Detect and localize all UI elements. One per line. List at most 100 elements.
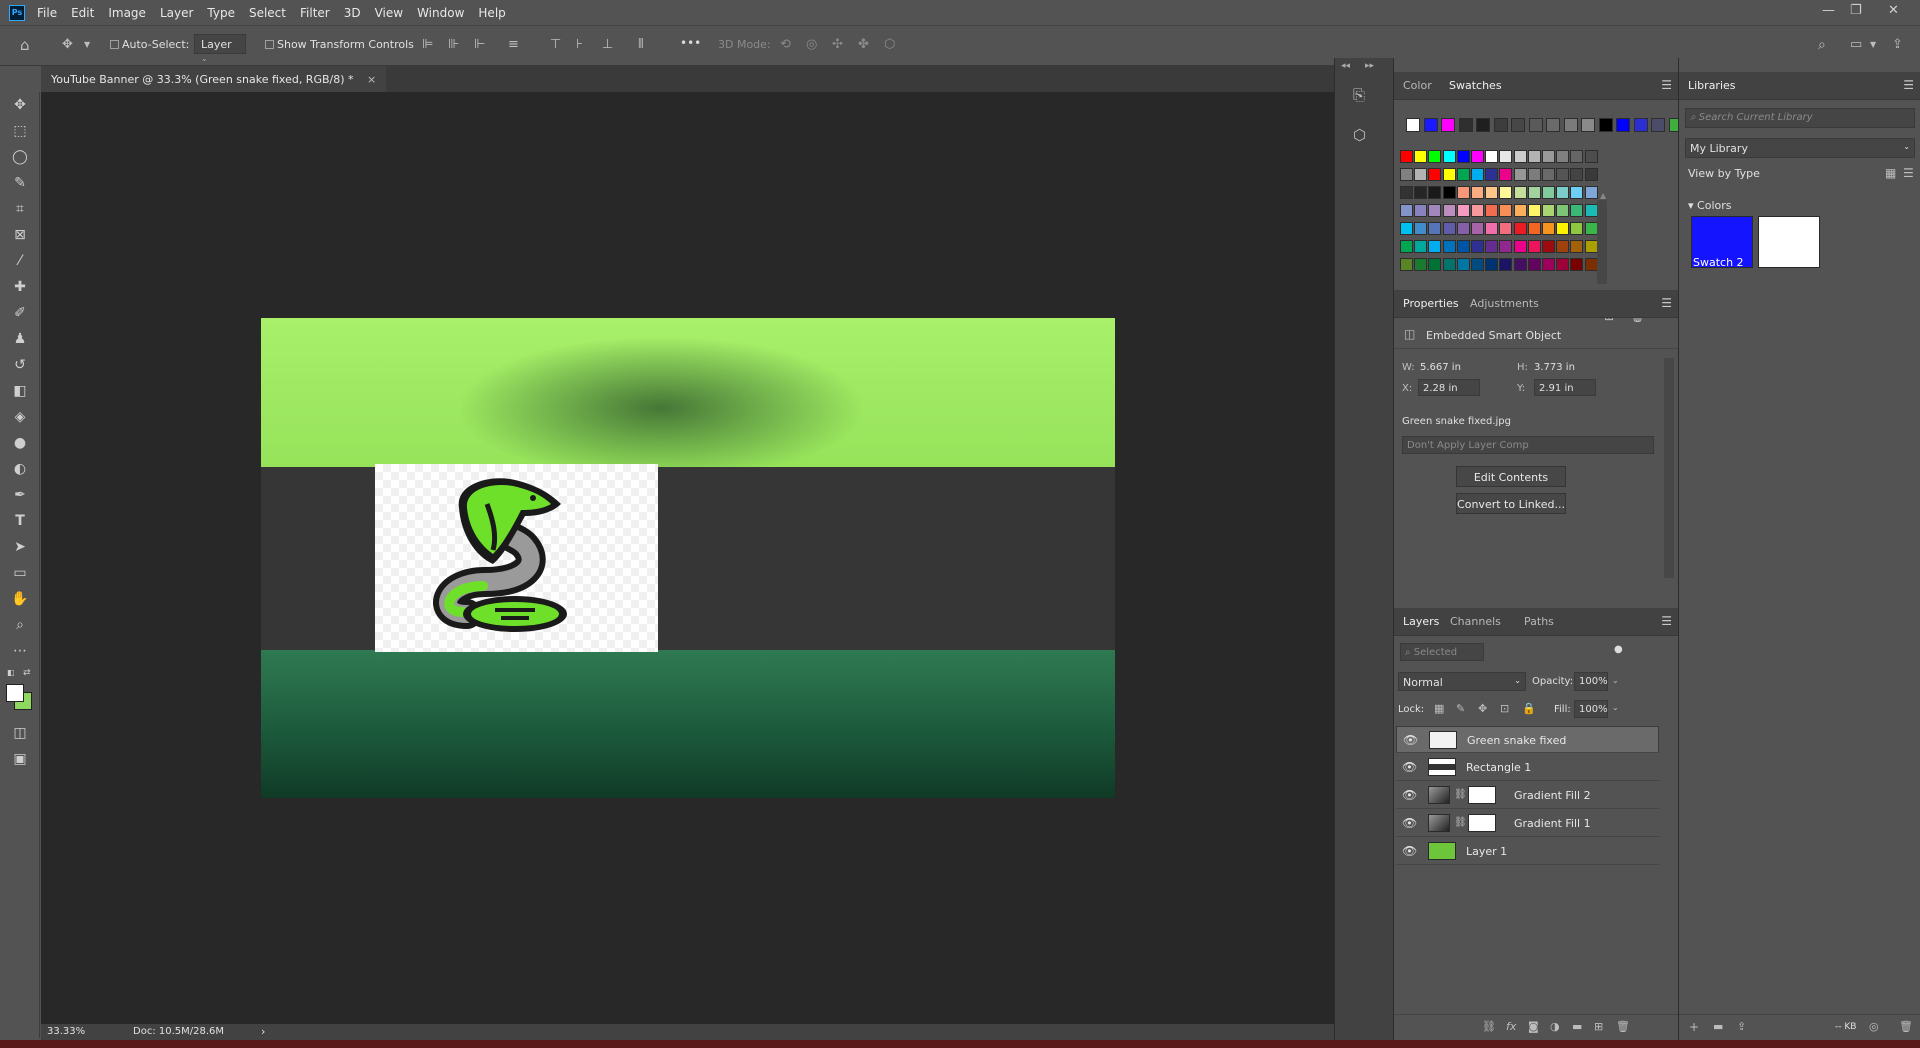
- swatch[interactable]: [1400, 186, 1413, 199]
- swatch[interactable]: [1428, 258, 1442, 271]
- recent-swatch[interactable]: [1581, 118, 1595, 132]
- marquee-tool-icon[interactable]: ⬚: [8, 120, 32, 142]
- library-swatch-white[interactable]: [1758, 216, 1820, 268]
- swatch[interactable]: [1527, 204, 1541, 217]
- lock-all-icon[interactable]: 🔒: [1522, 703, 1536, 714]
- swatch[interactable]: [1499, 150, 1513, 163]
- swatch[interactable]: [1414, 204, 1428, 217]
- tab-color[interactable]: Color: [1403, 79, 1432, 92]
- swatch[interactable]: [1584, 168, 1598, 181]
- recent-swatch[interactable]: [1546, 118, 1560, 132]
- opacity-field[interactable]: 100%: [1574, 672, 1608, 691]
- recent-swatch[interactable]: [1633, 118, 1648, 132]
- share-icon[interactable]: ⇪: [1892, 38, 1903, 51]
- convert-to-linked-button[interactable]: Convert to Linked...: [1456, 493, 1566, 514]
- swatch[interactable]: [1471, 204, 1484, 217]
- panel-menu-icon[interactable]: ☰: [1661, 78, 1672, 92]
- chevron-down-icon[interactable]: ▼: [84, 41, 90, 49]
- swatch[interactable]: [1584, 204, 1598, 217]
- show-transform-controls-checkbox[interactable]: Show Transform Controls: [265, 38, 414, 51]
- edit-toolbar-icon[interactable]: ⋯: [8, 640, 32, 662]
- visibility-eye-icon[interactable]: 👁: [1402, 816, 1417, 830]
- swatch[interactable]: [1456, 186, 1470, 199]
- lock-artboard-icon[interactable]: ⊡: [1500, 703, 1509, 714]
- path-selection-tool-icon[interactable]: ➤: [8, 536, 32, 558]
- list-view-icon[interactable]: ☰: [1903, 167, 1914, 179]
- swatch[interactable]: [1400, 258, 1413, 271]
- recent-swatch[interactable]: [1423, 118, 1438, 132]
- swatch[interactable]: [1527, 150, 1541, 163]
- add-mask-icon[interactable]: ◙: [1528, 1021, 1539, 1032]
- swatch[interactable]: [1499, 240, 1513, 253]
- photoshop-logo[interactable]: Ps: [9, 4, 25, 21]
- lock-position-icon[interactable]: ✥: [1478, 703, 1487, 714]
- canvas-area[interactable]: [41, 92, 1334, 1024]
- swatch[interactable]: [1456, 204, 1470, 217]
- swatch[interactable]: [1513, 204, 1527, 217]
- swatch[interactable]: [1556, 222, 1570, 235]
- link-icon[interactable]: ⛓: [1454, 818, 1467, 828]
- crop-tool-icon[interactable]: ⌗: [8, 198, 32, 220]
- restore-button[interactable]: ❐: [1850, 3, 1862, 18]
- layers-menu-icon[interactable]: ☰: [1661, 614, 1672, 628]
- swatch[interactable]: [1471, 240, 1484, 253]
- swatch[interactable]: [1428, 150, 1442, 163]
- library-select[interactable]: My Library ⌄: [1685, 138, 1915, 158]
- menu-view[interactable]: View: [375, 6, 403, 20]
- swatch[interactable]: [1556, 150, 1570, 163]
- swatch[interactable]: [1456, 258, 1470, 271]
- menu-type[interactable]: Type: [207, 6, 235, 20]
- tab-adjustments[interactable]: Adjustments: [1470, 297, 1539, 310]
- filter-toggle-icon[interactable]: ●: [1614, 645, 1623, 655]
- swatch[interactable]: [1414, 186, 1428, 199]
- swatch[interactable]: [1527, 240, 1541, 253]
- rectangle-tool-icon[interactable]: ▭: [8, 562, 32, 584]
- hand-tool-icon[interactable]: ✋: [8, 588, 32, 610]
- tab-channels[interactable]: Channels: [1450, 615, 1501, 628]
- swatch[interactable]: [1527, 222, 1541, 235]
- swatch[interactable]: [1542, 168, 1555, 181]
- expand-dock-icon[interactable]: ▸▸: [1365, 62, 1374, 71]
- layer-row-layer-1[interactable]: 👁 Layer 1: [1396, 838, 1659, 865]
- fill-field[interactable]: 100%: [1574, 700, 1608, 718]
- recent-swatch[interactable]: [1493, 118, 1508, 132]
- 3d-panel-icon[interactable]: ⬡: [1353, 128, 1366, 143]
- tab-properties[interactable]: Properties: [1403, 297, 1459, 310]
- library-folder-icon[interactable]: ▬: [1713, 1021, 1723, 1032]
- swatch[interactable]: [1556, 186, 1570, 199]
- blend-mode-dropdown[interactable]: Normal ⌄: [1398, 672, 1526, 691]
- fill-chevron-icon[interactable]: ⌄: [1612, 704, 1619, 712]
- layer-filter-field[interactable]: ⌕ Selected: [1400, 643, 1484, 661]
- snake-logo-image[interactable]: [375, 464, 658, 652]
- pen-tool-icon[interactable]: ✒: [8, 484, 32, 506]
- swatch[interactable]: [1485, 222, 1499, 235]
- swatch[interactable]: [1471, 150, 1484, 163]
- recent-swatch[interactable]: [1598, 118, 1613, 132]
- link-icon[interactable]: ⛓: [1454, 790, 1467, 800]
- library-upload-icon[interactable]: ⇪: [1737, 1021, 1746, 1032]
- swatch[interactable]: [1584, 240, 1598, 253]
- swatch[interactable]: [1527, 168, 1541, 181]
- swatch[interactable]: [1471, 186, 1484, 199]
- auto-select-checkbox[interactable]: Auto-Select:: [110, 38, 189, 51]
- layer-row-green-snake[interactable]: 👁 Green snake fixed: [1396, 726, 1659, 753]
- blur-tool-icon[interactable]: ●: [8, 432, 32, 454]
- brush-tool-icon[interactable]: ✐: [8, 302, 32, 324]
- align-center-icon[interactable]: ⊪: [448, 38, 459, 51]
- tab-paths[interactable]: Paths: [1524, 615, 1554, 628]
- recent-swatch[interactable]: [1651, 118, 1665, 132]
- adjustment-layer-icon[interactable]: ◑: [1550, 1021, 1560, 1032]
- quick-mask-icon[interactable]: ◫: [8, 722, 32, 744]
- swatch[interactable]: [1513, 222, 1527, 235]
- layer-row-gradient-fill-1[interactable]: 👁 ⛓ Gradient Fill 1: [1396, 810, 1659, 837]
- align-bottom-icon[interactable]: ⊥: [602, 38, 613, 51]
- recent-swatch[interactable]: [1528, 118, 1543, 132]
- properties-scrollbar[interactable]: [1664, 358, 1674, 578]
- screen-mode-icon[interactable]: ▣: [8, 748, 32, 770]
- swatch[interactable]: [1584, 258, 1598, 271]
- recent-swatch[interactable]: [1441, 118, 1455, 132]
- swatch[interactable]: [1542, 150, 1555, 163]
- menu-layer[interactable]: Layer: [160, 6, 193, 20]
- fx-icon[interactable]: fx: [1506, 1021, 1516, 1032]
- type-tool-icon[interactable]: T: [8, 510, 32, 532]
